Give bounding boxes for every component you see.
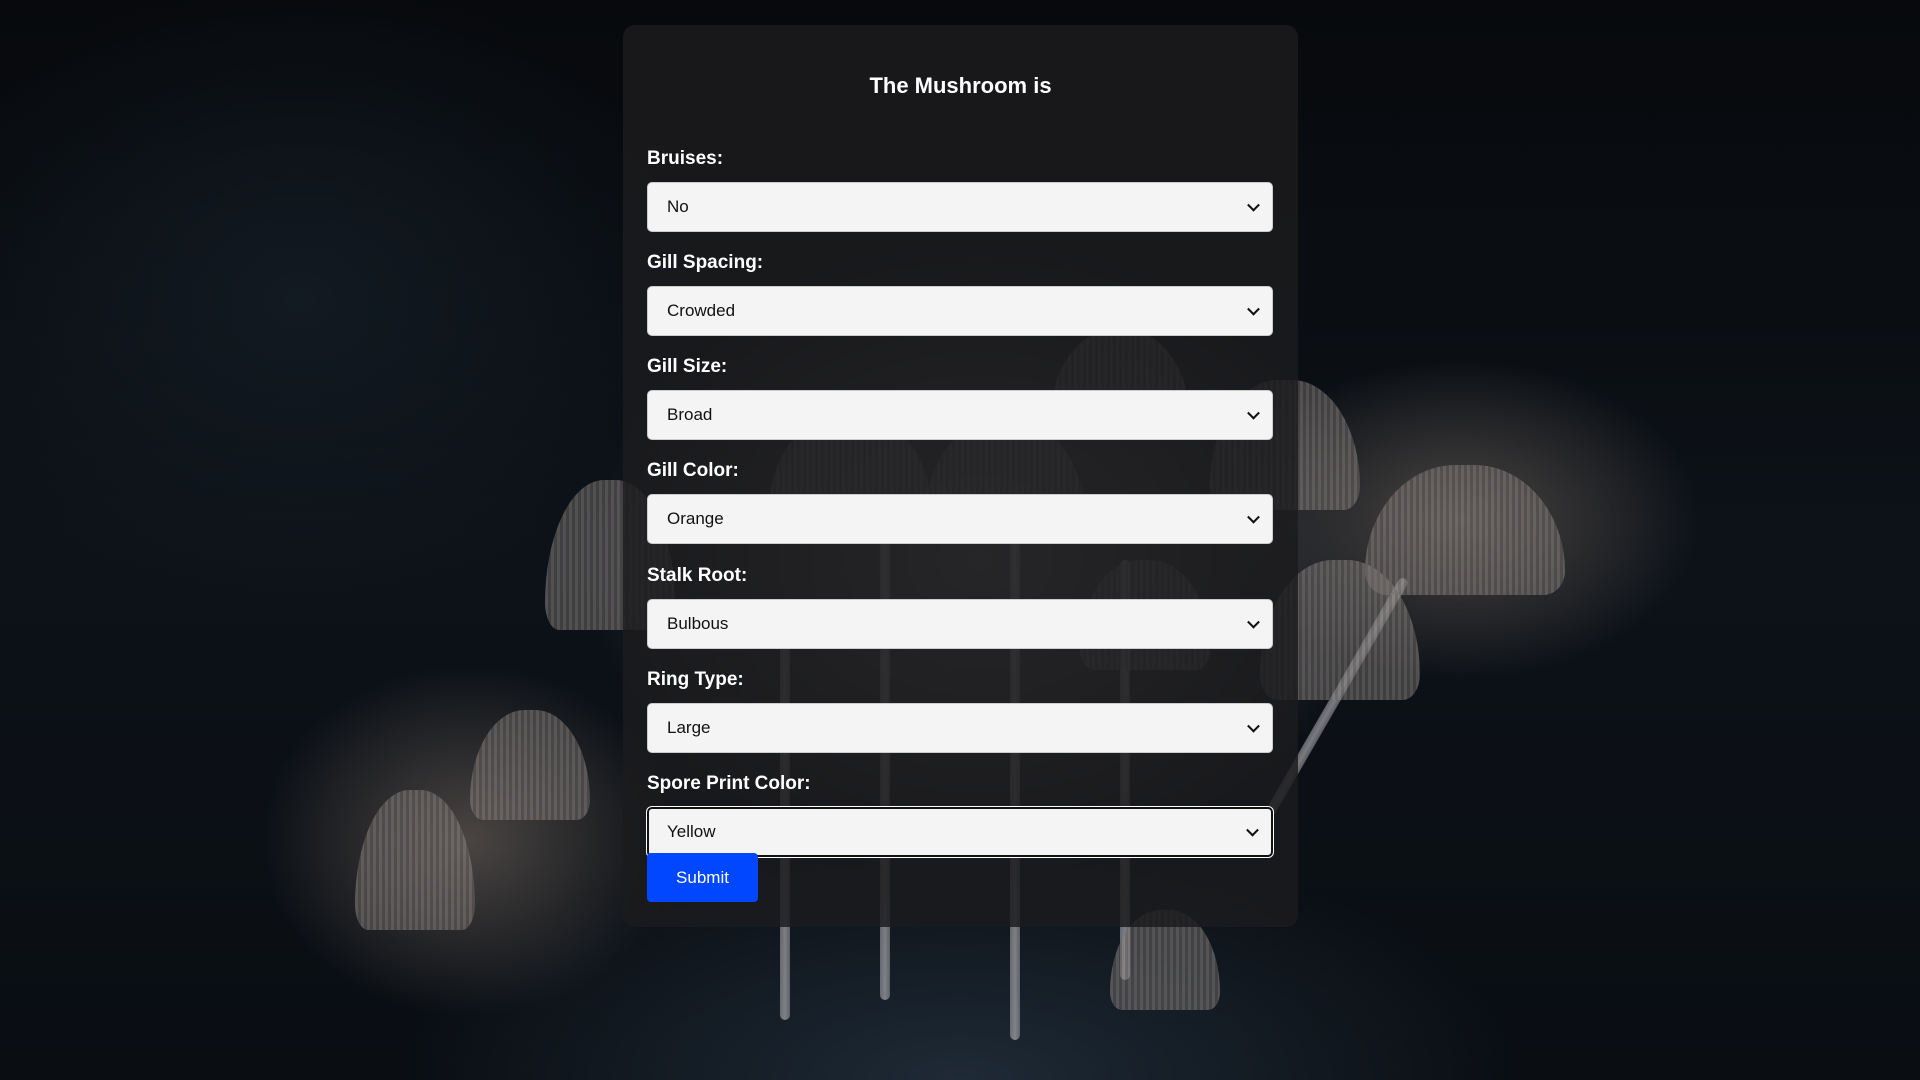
field-ring-type: Ring Type: Large (647, 668, 1273, 753)
gill-size-select[interactable]: Broad (647, 390, 1273, 440)
chevron-down-icon (1246, 823, 1259, 837)
mushroom-form-card: The Mushroom is Bruises: No Gill Spacing… (623, 25, 1298, 927)
ring-type-select-value: Large (667, 718, 711, 737)
field-stalk-root: Stalk Root: Bulbous (647, 564, 1273, 649)
bruises-label: Bruises: (647, 148, 724, 169)
gill-color-label: Gill Color: (647, 460, 739, 481)
gill-spacing-select[interactable]: Crowded (647, 286, 1273, 336)
submit-button[interactable]: Submit (647, 853, 758, 902)
spore-print-color-select[interactable]: Yellow (647, 807, 1273, 857)
chevron-down-icon (1247, 198, 1260, 212)
field-gill-size: Gill Size: Broad (647, 355, 1273, 440)
gill-spacing-select-value: Crowded (667, 301, 736, 320)
gill-size-label: Gill Size: (647, 356, 728, 377)
gill-size-select-value: Broad (667, 405, 713, 424)
gill-color-select-value: Orange (667, 509, 724, 528)
stalk-root-select[interactable]: Bulbous (647, 599, 1273, 649)
spore-print-color-select-value: Yellow (667, 822, 716, 841)
form-title: The Mushroom is (869, 73, 1052, 98)
spore-print-color-label: Spore Print Color: (647, 773, 811, 794)
field-spore-print-color: Spore Print Color: Yellow (647, 772, 1273, 857)
gill-spacing-label: Gill Spacing: (647, 252, 764, 273)
chevron-down-icon (1247, 510, 1260, 524)
chevron-down-icon (1247, 302, 1260, 316)
chevron-down-icon (1247, 615, 1260, 629)
field-gill-color: Gill Color: Orange (647, 459, 1273, 544)
chevron-down-icon (1247, 406, 1260, 420)
chevron-down-icon (1247, 719, 1260, 733)
field-bruises: Bruises: No (647, 147, 1273, 232)
bruises-select[interactable]: No (647, 182, 1273, 232)
stalk-root-select-value: Bulbous (667, 614, 729, 633)
gill-color-select[interactable]: Orange (647, 494, 1273, 544)
field-gill-spacing: Gill Spacing: Crowded (647, 251, 1273, 336)
ring-type-label: Ring Type: (647, 669, 744, 690)
stalk-root-label: Stalk Root: (647, 565, 748, 586)
bruises-select-value: No (667, 197, 689, 216)
ring-type-select[interactable]: Large (647, 703, 1273, 753)
